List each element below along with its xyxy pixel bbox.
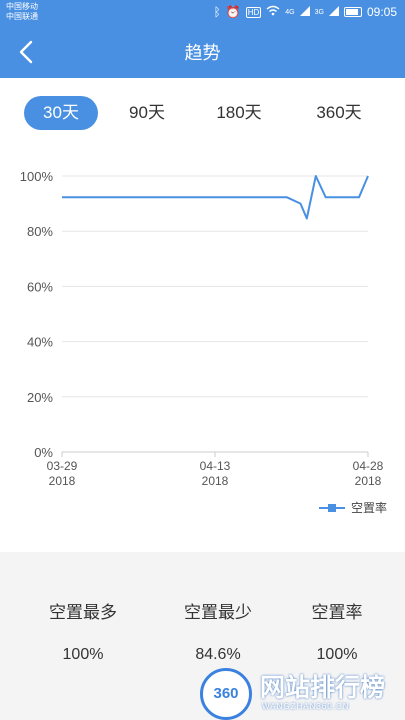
carrier-info: 中国移动 中国联通 bbox=[6, 2, 38, 22]
y-tick-label: 20% bbox=[27, 390, 53, 405]
carrier-1: 中国移动 bbox=[6, 2, 38, 11]
legend-label: 空置率 bbox=[350, 501, 387, 515]
tab-360-days[interactable]: 360天 bbox=[302, 96, 376, 130]
chart-legend: 空置率 bbox=[318, 499, 387, 516]
status-icons: ᛒ ⏰ HD 4G 3G 09:05 bbox=[214, 5, 397, 19]
y-tick-label: 60% bbox=[27, 279, 53, 294]
stat-label-min: 空置最少 bbox=[184, 603, 252, 622]
tab-30-days[interactable]: 30天 bbox=[24, 96, 98, 130]
x-tick-year: 2018 bbox=[202, 474, 229, 488]
status-bar: 中国移动 中国联通 ᛒ ⏰ HD 4G 3G 09:05 bbox=[0, 0, 405, 26]
x-tick-label: 04-13 bbox=[200, 459, 231, 473]
watermark: 360 网站排行榜 WANGZHAN360.CN bbox=[196, 654, 405, 720]
x-tick-year: 2018 bbox=[49, 474, 76, 488]
status-time: 09:05 bbox=[366, 5, 397, 19]
watermark-logo: 360 bbox=[200, 668, 252, 720]
tab-180-days[interactable]: 180天 bbox=[202, 96, 276, 130]
watermark-subtitle: WANGZHAN360.CN bbox=[262, 702, 350, 711]
y-tick-label: 0% bbox=[34, 445, 53, 460]
y-tick-label: 40% bbox=[27, 335, 53, 350]
period-tabs: 30天 90天 180天 360天 bbox=[0, 96, 405, 130]
x-tick-year: 2018 bbox=[355, 474, 382, 488]
legend-line-marker bbox=[318, 503, 345, 513]
tab-90-days[interactable]: 90天 bbox=[110, 96, 184, 130]
network-4g-label: 4G bbox=[285, 8, 295, 16]
trend-panel: 30天 90天 180天 360天 100% 80% 60% 40% 20% 0% 03-2… bbox=[0, 78, 405, 552]
y-tick-label: 100% bbox=[20, 169, 54, 184]
stat-label-rate: 空置率 bbox=[311, 603, 363, 622]
alarm-icon: ⏰ bbox=[225, 5, 241, 19]
series-line bbox=[62, 175, 369, 220]
signal-icon-2 bbox=[328, 5, 339, 19]
bluetooth-icon: ᛒ bbox=[213, 5, 221, 19]
battery-icon bbox=[343, 7, 362, 17]
x-tick-label: 03-29 bbox=[47, 459, 78, 473]
stat-label-max: 空置最多 bbox=[49, 603, 117, 622]
vacancy-trend-chart: 100%80%60%40%20%0%03-29201804-13201804-2… bbox=[20, 169, 384, 488]
network-3g-label: 3G bbox=[314, 8, 324, 16]
nav-bar: 趋势 bbox=[0, 26, 405, 78]
carrier-2: 中国联通 bbox=[6, 12, 38, 21]
hd-badge: HD bbox=[245, 6, 262, 18]
wifi-icon bbox=[266, 5, 280, 19]
x-tick-label: 04-28 bbox=[353, 459, 384, 473]
page-title: 趋势 bbox=[184, 43, 221, 63]
y-tick-label: 80% bbox=[27, 224, 53, 239]
signal-icon-1 bbox=[299, 5, 310, 19]
watermark-title: 网站排行榜 bbox=[260, 674, 386, 702]
stat-value-max: 100% bbox=[62, 646, 104, 663]
